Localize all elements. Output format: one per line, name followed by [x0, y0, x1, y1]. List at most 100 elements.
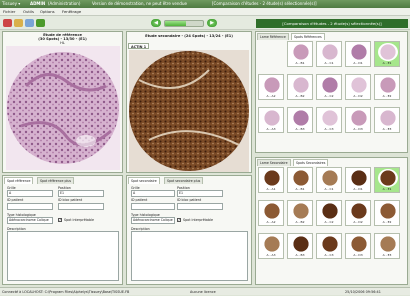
spot-thumbnail-label: A - B1	[295, 61, 305, 65]
spot-thumbnail-label: A - C3	[324, 127, 334, 131]
id-patient-field[interactable]	[7, 203, 53, 210]
reference-image-panel: Etude de référence (30 Spots) - 13/30 - …	[2, 31, 123, 173]
id-bloc-field[interactable]	[177, 203, 223, 210]
interpretable-checkbox[interactable]: ✓	[177, 218, 181, 222]
spot-thumbnail[interactable]: A - A3	[258, 107, 284, 133]
spot-thumbnail[interactable]: A - D2	[345, 74, 371, 100]
spot-thumbnail[interactable]: A - E3	[374, 107, 400, 133]
spot-thumbnail-image	[291, 76, 311, 94]
tab-spot-reference[interactable]: Spot référence	[4, 177, 34, 184]
spot-thumbnail[interactable]: A - A3	[258, 233, 284, 259]
menu-options[interactable]: Options	[40, 8, 55, 16]
spot-thumbnail-label: A - B1	[295, 187, 305, 191]
spot-thumbnail-image	[262, 109, 282, 127]
spot-thumbnail[interactable]: A - C3	[316, 233, 342, 259]
spot-thumbnail[interactable]: A - B3	[287, 107, 313, 133]
spot-thumbnail[interactable]: A - B1	[287, 167, 313, 193]
compare-icon[interactable]	[36, 19, 45, 27]
spot-thumbnail-image	[378, 169, 398, 187]
description-field[interactable]	[7, 231, 119, 281]
spot-thumbnail-image	[262, 235, 282, 253]
search-icon[interactable]	[25, 19, 34, 27]
type-histologique-select[interactable]: Adénocarcinome Colique	[7, 217, 53, 224]
tab-spot-reference-plus[interactable]: Spot référence plus	[37, 177, 75, 184]
spot-thumbnail[interactable]: A - B1	[287, 41, 313, 67]
spot-thumbnail[interactable]: A - B2	[287, 200, 313, 226]
spot-thumbnail[interactable]: A - E1	[374, 41, 400, 67]
spot-thumbnail[interactable]: A - D2	[345, 200, 371, 226]
spot-thumbnail-image	[291, 109, 311, 127]
menu-fenetrage[interactable]: Fenêtrage	[62, 8, 81, 16]
spot-thumbnail[interactable]: A - D3	[345, 107, 371, 133]
spot-thumbnail-image	[349, 76, 369, 94]
spot-thumbnail-image	[349, 235, 369, 253]
spot-thumbnail-label: A - D1	[353, 61, 363, 65]
tab-spot-secondaire[interactable]: Spot secondaire	[128, 177, 160, 184]
app-menu[interactable]: Tissuey ▾	[2, 0, 20, 8]
position-field[interactable]: E1	[177, 190, 223, 197]
spot-thumbnail[interactable]: A - A2	[258, 74, 284, 100]
type-histologique-select[interactable]: Adénocarcinome Colique	[131, 217, 175, 224]
tab-lame-secondaire[interactable]: Lame Secondaire	[257, 159, 291, 166]
close-icon[interactable]	[3, 19, 12, 27]
spot-thumbnail[interactable]: A - C1	[316, 167, 342, 193]
spot-thumbnail-label: A - E2	[382, 94, 392, 98]
tab-lame-reference[interactable]: Lame Référence	[257, 33, 289, 40]
grille-field[interactable]: A	[131, 190, 175, 197]
secondary-spot-form: Spot secondaire Spot secondaire plus Gri…	[126, 175, 252, 285]
study-icon[interactable]	[14, 19, 23, 27]
tab-spot-secondaire-plus[interactable]: Spot secondaire plus	[164, 177, 204, 184]
spot-thumbnail[interactable]: A - C2	[316, 74, 342, 100]
marker-badge: ACTIN 1	[128, 43, 150, 49]
spot-thumbnail[interactable]: A - A2	[258, 200, 284, 226]
description-field[interactable]	[131, 231, 248, 281]
next-button[interactable]: ▶	[207, 19, 217, 27]
spot-thumbnail[interactable]: A - C1	[316, 41, 342, 67]
spot-thumbnail[interactable]: A - C2	[316, 200, 342, 226]
tab-spots-references[interactable]: Spots Références	[291, 33, 325, 40]
spot-thumbnail-image	[291, 202, 311, 220]
interpretable-checkbox[interactable]: ✓	[58, 218, 62, 222]
tab-spots-secondaires[interactable]: Spots Secondaires	[293, 159, 329, 166]
menu-fichier[interactable]: Fichier	[3, 8, 15, 16]
spot-thumbnail[interactable]: A - C3	[316, 107, 342, 133]
spot-thumbnail[interactable]: A - E3	[374, 233, 400, 259]
dab-tissue-image[interactable]	[129, 50, 249, 172]
spot-thumbnail[interactable]: A - B2	[287, 74, 313, 100]
id-patient-label: ID patient	[7, 198, 24, 202]
spot-thumbnail[interactable]: A - B3	[287, 233, 313, 259]
spot-thumbnail-image	[320, 202, 340, 220]
spot-thumbnail-image	[378, 76, 398, 94]
spot-thumbnail-label: A - A3	[266, 253, 276, 257]
spot-thumbnail-label: A - D1	[353, 187, 363, 191]
spot-thumbnail-image	[320, 235, 340, 253]
spot-thumbnail[interactable]: A - A1	[258, 167, 284, 193]
spot-thumbnail[interactable]: A - D1	[345, 167, 371, 193]
spot-thumbnail[interactable]: A - E2	[374, 74, 400, 100]
spot-thumbnail-label: A - E1	[382, 61, 392, 65]
position-field[interactable]: E1	[58, 190, 104, 197]
spot-thumbnail[interactable]: A - D3	[345, 233, 371, 259]
spot-thumbnail-label: A - B2	[295, 220, 305, 224]
he-tissue-image[interactable]	[6, 46, 120, 170]
spot-thumbnail-image	[320, 76, 340, 94]
spot-thumbnail-label: A - E3	[382, 253, 392, 257]
spot-thumbnail-label: A - C1	[324, 61, 334, 65]
menu-outils[interactable]: Outils	[23, 8, 34, 16]
spot-thumbnail-label: A - B2	[295, 94, 305, 98]
spot-thumbnail[interactable]: A - D1	[345, 41, 371, 67]
spot-thumbnail-image	[291, 235, 311, 253]
spot-thumbnail-label: A - C2	[324, 94, 334, 98]
spot-thumbnail-image	[378, 109, 398, 127]
grille-field[interactable]: A	[7, 190, 53, 197]
spot-thumbnail-label: A - E2	[382, 220, 392, 224]
previous-button[interactable]: ◀	[151, 19, 161, 27]
spot-thumbnail-image	[291, 169, 311, 187]
spot-thumbnail[interactable]: A - E2	[374, 200, 400, 226]
spot-thumbnail-image	[378, 43, 398, 61]
id-patient-field[interactable]	[131, 203, 175, 210]
spot-thumbnail-label: A - A2	[266, 220, 276, 224]
spot-thumbnail[interactable]: A - E1	[374, 167, 400, 193]
reference-thumb-grid: A - B1 A - C1 A - D1 A - E1 A - A2 A - B2 A - …	[258, 41, 406, 151]
id-bloc-field[interactable]	[58, 203, 104, 210]
